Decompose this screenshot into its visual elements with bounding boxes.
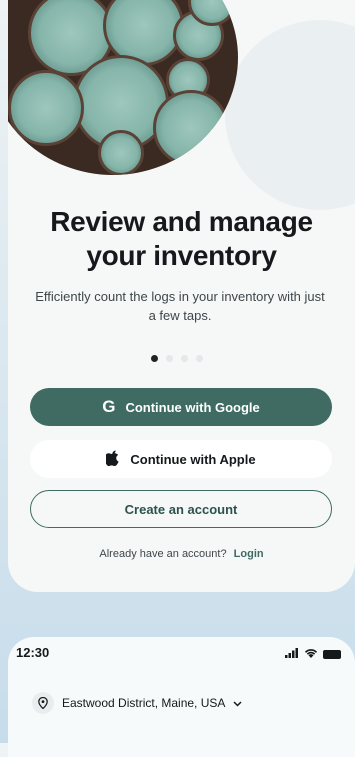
status-icons <box>285 645 341 663</box>
location-selector[interactable]: Eastwood District, Maine, USA <box>32 692 242 714</box>
page-title: Review and manage your inventory <box>8 205 355 273</box>
apple-icon <box>104 450 120 469</box>
location-label: Eastwood District, Maine, USA <box>62 696 226 710</box>
location-pin-icon <box>32 692 54 714</box>
google-button-label: Continue with Google <box>125 399 260 415</box>
wifi-icon <box>304 645 318 663</box>
log-slice <box>8 70 84 146</box>
page-dot[interactable] <box>166 355 173 362</box>
create-button-label: Create an account <box>124 501 238 517</box>
page-dot[interactable] <box>196 355 203 362</box>
hero-image-logs <box>8 0 238 175</box>
google-icon: G <box>102 397 116 416</box>
login-prompt-text: Already have an account? <box>99 548 227 560</box>
continue-with-apple-button[interactable]: Continue with Apple <box>30 440 332 478</box>
login-link[interactable]: Login <box>234 548 264 560</box>
log-slice <box>153 90 229 166</box>
continue-with-google-button[interactable]: G Continue with Google <box>30 388 332 426</box>
page-dot[interactable] <box>181 355 188 362</box>
next-screen-preview: 12:30 Eastwood District, Maine, USA <box>8 637 355 757</box>
battery-icon <box>323 649 341 659</box>
title-line-1: Review and manage <box>50 206 313 237</box>
onboarding-card: Review and manage your inventory Efficie… <box>8 0 355 592</box>
log-slice <box>98 130 144 175</box>
chevron-down-icon <box>233 696 242 710</box>
login-prompt-row: Already have an account? Login <box>8 548 355 560</box>
page-subtitle: Efficiently count the logs in your inven… <box>35 289 325 323</box>
pagination-dots <box>151 355 203 362</box>
title-line-2: your inventory <box>86 240 277 271</box>
signal-icon <box>285 645 299 663</box>
page-dot-active[interactable] <box>151 355 158 362</box>
decorative-circle <box>225 20 355 210</box>
apple-button-label: Continue with Apple <box>130 451 256 467</box>
create-account-button[interactable]: Create an account <box>30 490 332 528</box>
status-time: 12:30 <box>16 645 50 660</box>
